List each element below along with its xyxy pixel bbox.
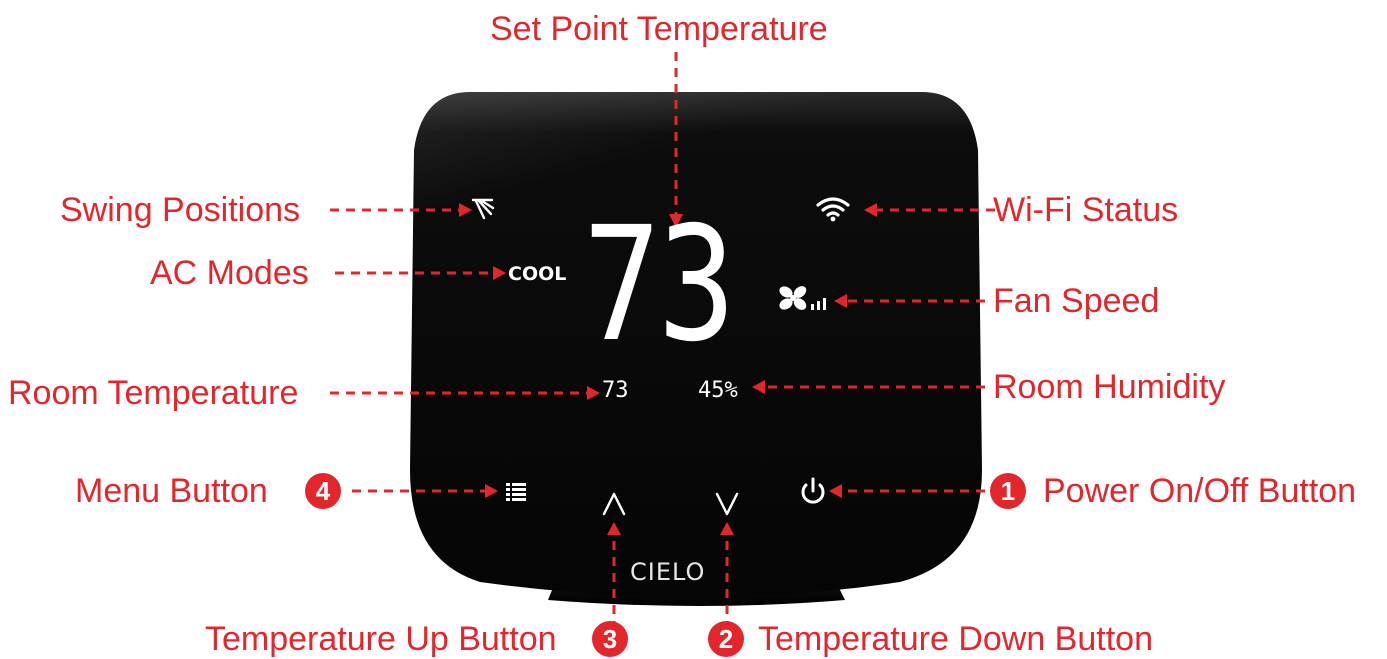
label-room-temperature: Room Temperature [8, 374, 299, 412]
label-set-point: Set Point Temperature [490, 10, 828, 48]
ac-mode-display: COOL [508, 263, 567, 285]
label-power-button: Power On/Off Button [1043, 472, 1357, 510]
power-icon [801, 477, 825, 504]
badge-temp-up: 3 [592, 621, 628, 657]
label-wifi-status: Wi-Fi Status [993, 191, 1179, 229]
power-button[interactable] [796, 474, 830, 508]
label-room-humidity: Room Humidity [993, 368, 1226, 406]
fan-speed-bars-icon [811, 298, 826, 310]
fan-icon [779, 286, 807, 310]
label-temp-up-button: Temperature Up Button [205, 620, 557, 658]
label-temp-down-button: Temperature Down Button [758, 620, 1153, 658]
label-ac-modes: AC Modes [150, 254, 309, 292]
badge-menu: 4 [305, 473, 341, 509]
label-menu-button: Menu Button [75, 472, 268, 510]
menu-icon [506, 483, 526, 501]
temp-down-button[interactable] [711, 488, 743, 520]
room-temperature-display: 73 [602, 378, 629, 403]
set-point-display: 73 [583, 193, 736, 377]
temp-up-button[interactable] [598, 488, 630, 520]
badge-temp-down: 2 [708, 621, 744, 657]
room-humidity-display: 45% [698, 378, 738, 403]
chevron-down-icon [715, 492, 739, 516]
chevron-up-icon [602, 492, 626, 516]
label-swing-positions: Swing Positions [60, 191, 301, 229]
wifi-icon [816, 197, 850, 222]
brand-logo: CIELO [630, 558, 706, 586]
badge-power: 1 [990, 473, 1026, 509]
label-fan-speed: Fan Speed [993, 282, 1160, 320]
menu-button[interactable] [500, 476, 534, 506]
swing-icon [471, 198, 495, 220]
